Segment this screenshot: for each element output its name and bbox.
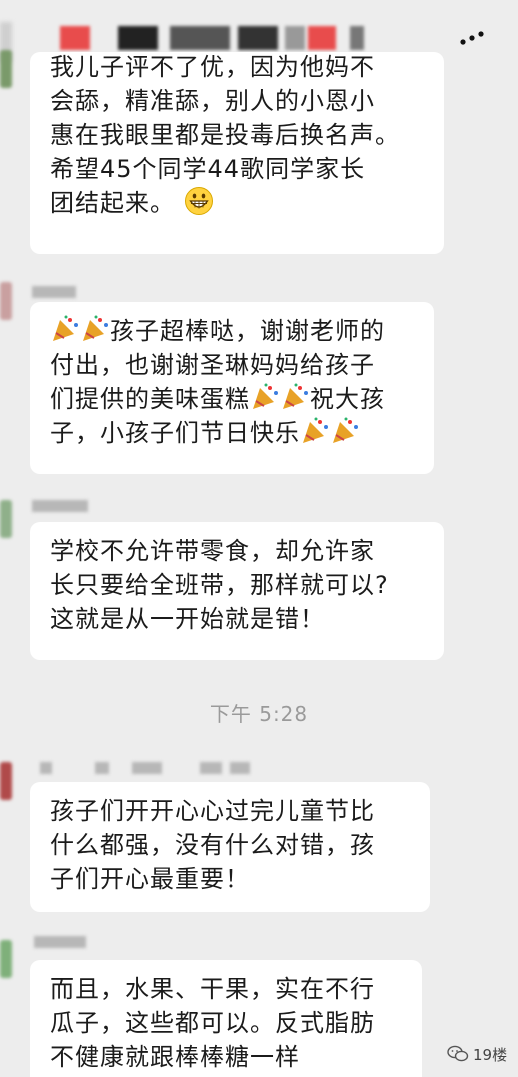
message-bubble: 孩子超棒哒，谢谢老师的 付出，也谢谢圣琳妈妈给孩子 们提供的美味蛋糕 祝大孩 子…	[30, 302, 434, 474]
message-line: 惠在我眼里都是投毒后换名声。	[50, 121, 400, 149]
avatar[interactable]	[0, 500, 12, 538]
sender-name-blurred	[32, 500, 88, 512]
watermark: 19楼	[447, 1041, 507, 1067]
avatar[interactable]	[0, 50, 12, 88]
message-line: 子们开心最重要！	[50, 865, 250, 893]
message-line: 付出，也谢谢圣琳妈妈给孩子	[50, 351, 375, 379]
party-popper-icon	[83, 315, 108, 341]
timestamp: 下午 5:28	[209, 702, 309, 726]
party-popper-icon	[333, 417, 358, 443]
more-options-icon[interactable]	[458, 26, 492, 48]
message-line: 不健康就跟棒棒糖一样	[50, 1043, 300, 1071]
party-popper-icon	[303, 417, 328, 443]
sender-name-blurred	[32, 286, 76, 298]
message-line: 希望45个同学44歌同学家长	[50, 155, 366, 183]
message-bubble: 而且，水果、干果，实在不行 瓜子，这些都可以。反式脂肪 不健康就跟棒棒糖一样	[30, 960, 422, 1077]
grinning-face-emoji	[184, 187, 213, 215]
message-bubble: 孩子们开开心心过完儿童节比 什么都强，没有什么对错，孩 子们开心最重要！	[30, 782, 430, 912]
avatar[interactable]	[0, 282, 12, 320]
message-bubble: 我儿子评不了优，因为他妈不 会舔，精准舔，别人的小恩小 惠在我眼里都是投毒后换名…	[30, 52, 444, 254]
avatar[interactable]	[0, 940, 12, 978]
message-line: 学校不允许带零食，却允许家	[50, 537, 375, 565]
message-line: 祝大孩	[310, 385, 385, 413]
message-line: 孩子超棒哒，谢谢老师的	[110, 317, 385, 345]
message-line: 而且，水果、干果，实在不行	[50, 975, 375, 1003]
message-line: 子，小孩子们节日快乐	[50, 419, 300, 447]
chat-title-blurred	[60, 26, 364, 52]
party-popper-icon	[53, 315, 78, 341]
chat-screen: 我儿子评不了优，因为他妈不 会舔，精准舔，别人的小恩小 惠在我眼里都是投毒后换名…	[0, 0, 518, 1077]
message-line: 瓜子，这些都可以。反式脂肪	[50, 1009, 375, 1037]
wechat-logo-icon	[447, 1045, 469, 1062]
message-line: 什么都强，没有什么对错，孩	[50, 831, 375, 859]
message-line: 孩子们开开心心过完儿童节比	[50, 797, 375, 825]
watermark-text: 19楼	[473, 1045, 508, 1064]
message-bubble: 学校不允许带零食，却允许家 长只要给全班带，那样就可以? 这就是从一开始就是错！	[30, 522, 444, 660]
party-popper-icon	[253, 383, 278, 409]
message-line: 长只要给全班带，那样就可以?	[50, 571, 389, 599]
party-popper-icon	[283, 383, 308, 409]
sender-name-blurred	[34, 936, 86, 948]
message-line: 团结起来。	[50, 189, 175, 217]
avatar[interactable]	[0, 762, 12, 800]
message-line: 我儿子评不了优，因为他妈不	[50, 53, 375, 81]
message-line: 们提供的美味蛋糕	[50, 385, 250, 413]
sender-name-blurred	[40, 762, 250, 774]
message-line: 这就是从一开始就是错！	[50, 605, 325, 633]
message-line: 会舔，精准舔，别人的小恩小	[50, 87, 375, 115]
